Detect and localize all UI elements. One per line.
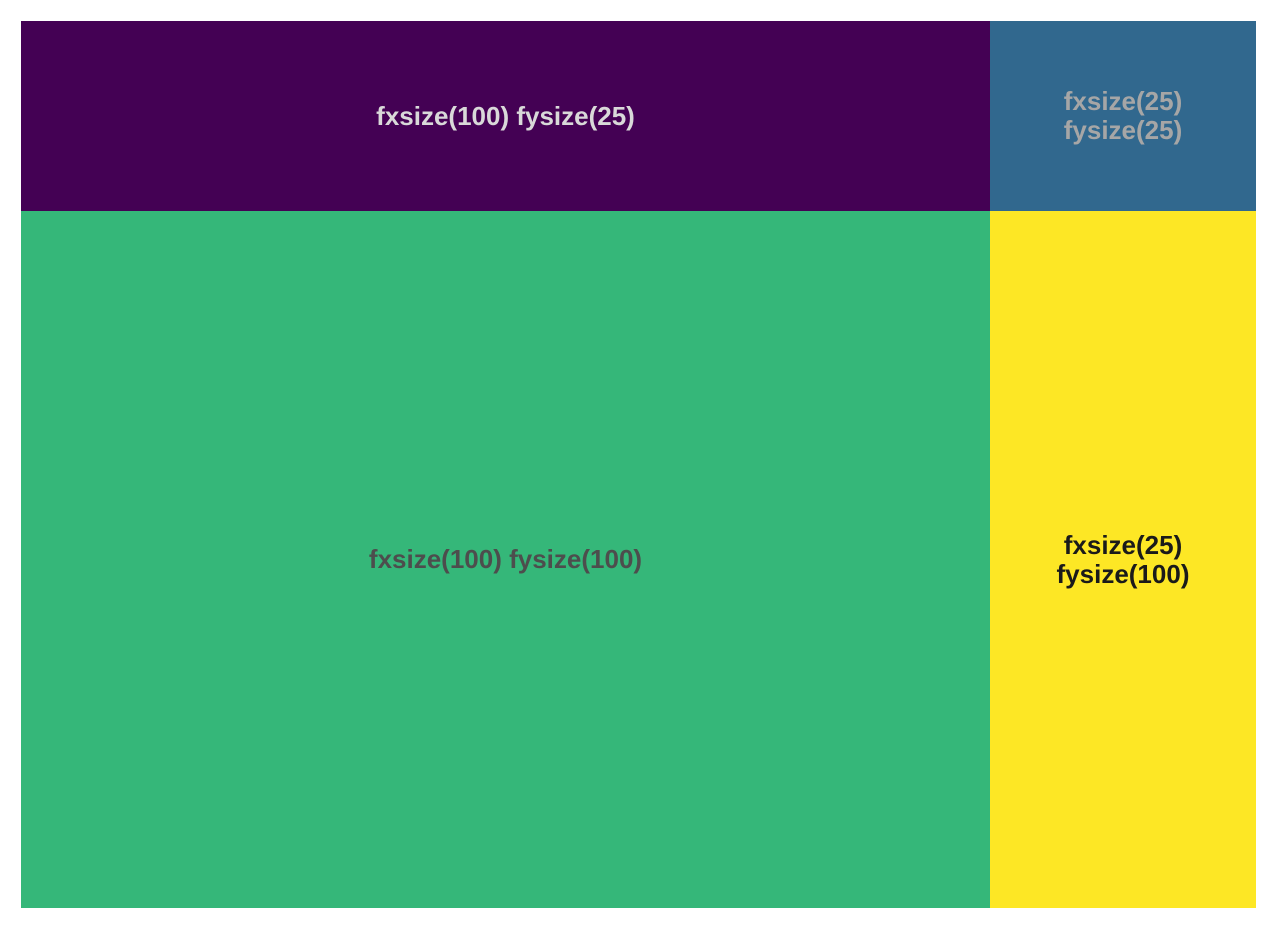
tile-fxsize25-fysize25: fxsize(25) fysize(25) <box>990 21 1256 211</box>
tile-label: fxsize(100) fysize(100) <box>368 544 643 574</box>
tile-fxsize25-fysize100: fxsize(25) fysize(100) <box>990 211 1256 908</box>
facet-grid: fxsize(100) fysize(25) fxsize(25) fysize… <box>21 21 1256 908</box>
tile-label: fxsize(25) fysize(100) <box>1056 529 1190 589</box>
tile-fxsize100-fysize100: fxsize(100) fysize(100) <box>21 211 990 908</box>
tile-label: fxsize(100) fysize(25) <box>376 100 635 131</box>
tile-label: fxsize(25) fysize(25) <box>1063 86 1183 145</box>
tile-fxsize100-fysize25: fxsize(100) fysize(25) <box>21 21 990 211</box>
